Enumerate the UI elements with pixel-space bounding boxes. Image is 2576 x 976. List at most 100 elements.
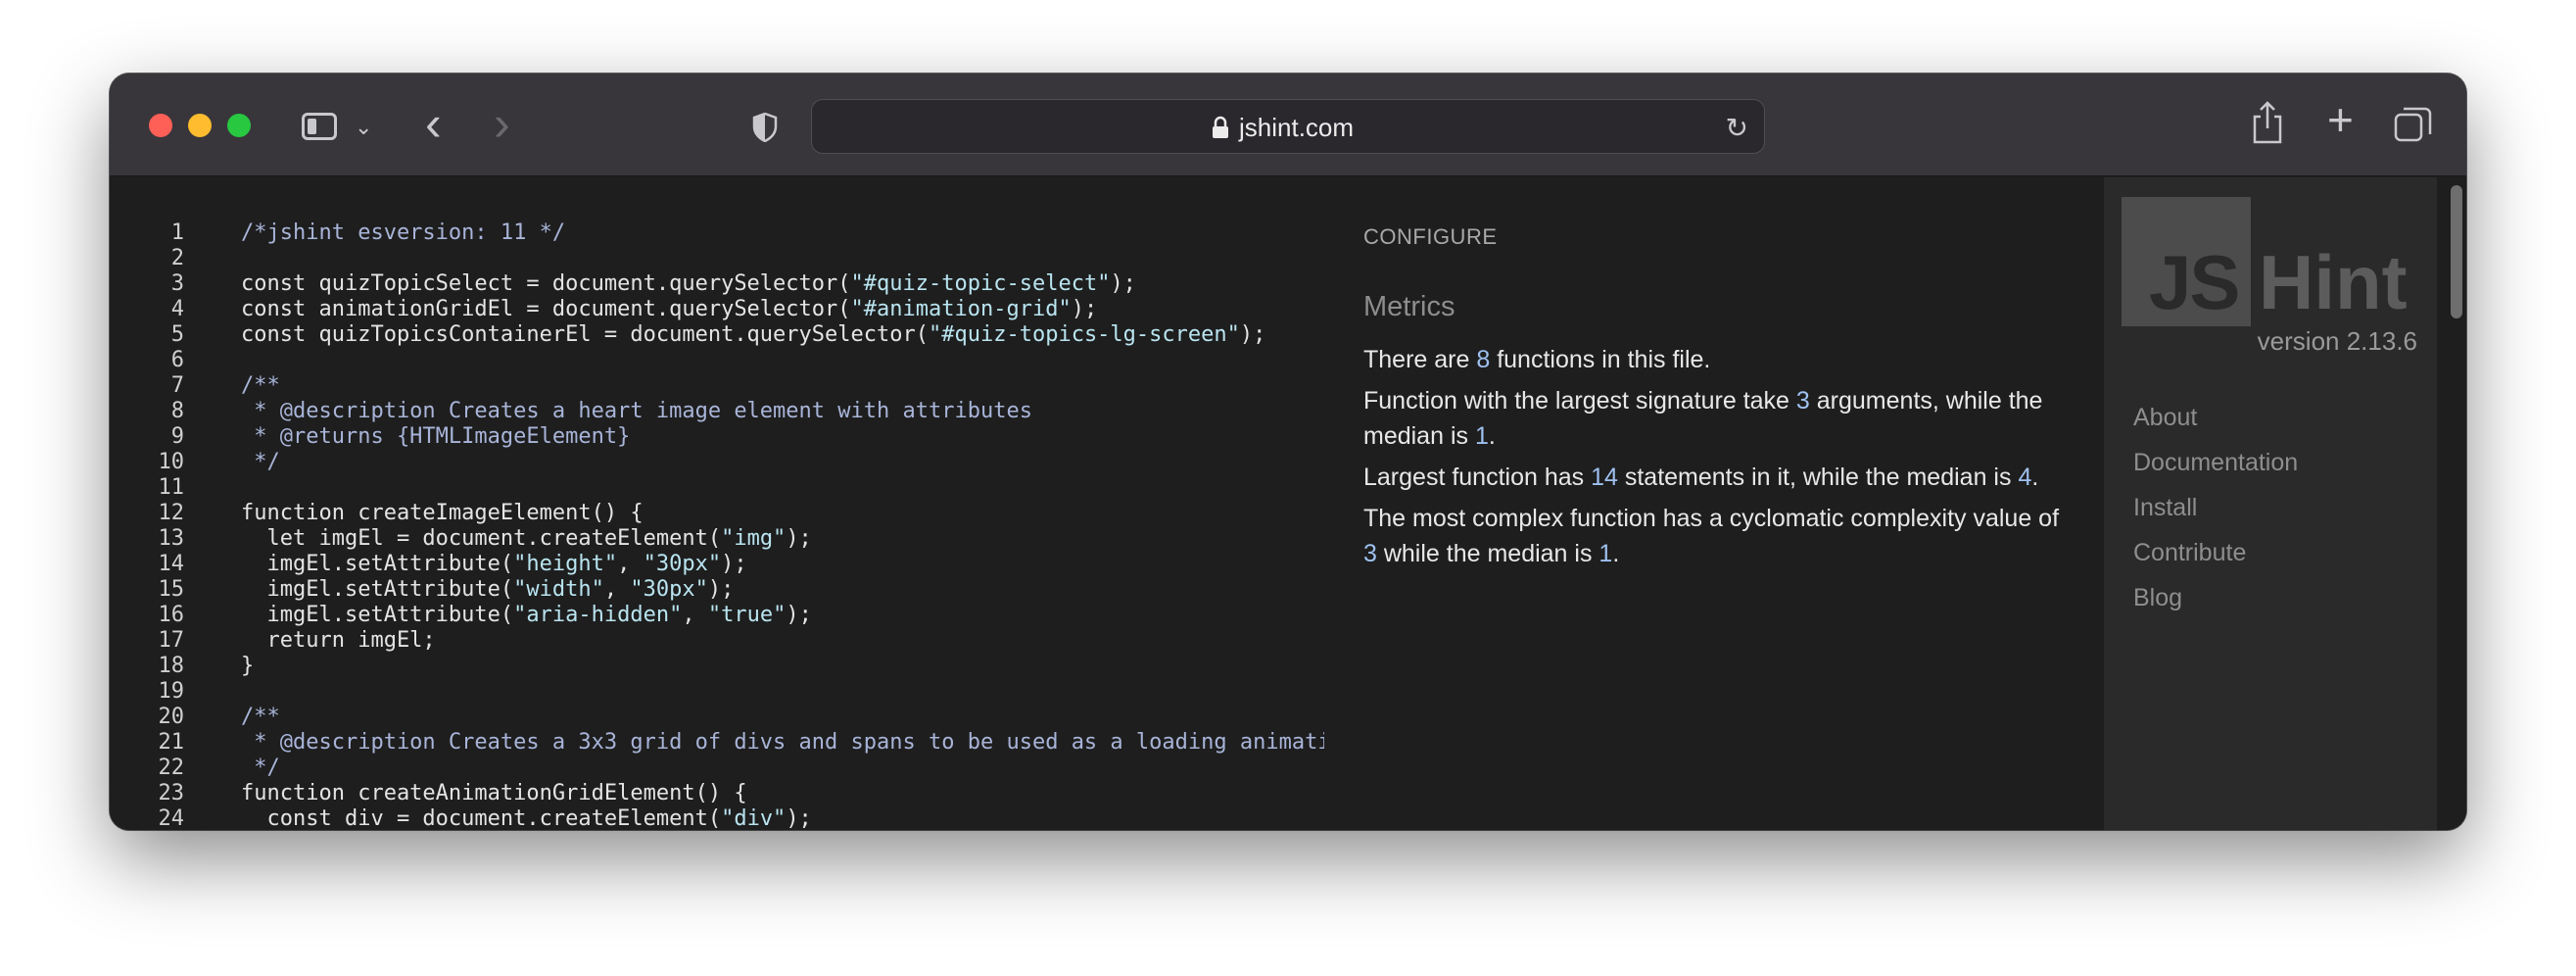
code-text: return imgEl;: [241, 628, 436, 653]
forward-arrow-icon[interactable]: ›: [494, 99, 510, 148]
code-token: let imgEl = document.createElement(: [241, 526, 722, 551]
line-number: 7: [170, 373, 184, 398]
address-bar[interactable]: jshint.com ↻: [811, 99, 1765, 154]
line-number: 24: [158, 806, 185, 830]
nav-about[interactable]: About: [2133, 395, 2298, 440]
string-literal: "div": [721, 806, 787, 830]
code-line[interactable]: 10 */: [110, 450, 1324, 475]
plus-icon[interactable]: +: [2327, 97, 2354, 142]
code-token: );: [786, 603, 812, 627]
jshint-logo[interactable]: JS Hint: [2122, 197, 2415, 326]
metrics-report: There are 8 functions in this file. Func…: [1363, 342, 2069, 577]
minimize-window-button[interactable]: [188, 114, 212, 137]
shield-icon[interactable]: [752, 113, 778, 142]
back-arrow-icon[interactable]: ‹: [425, 99, 442, 148]
nav-documentation[interactable]: Documentation: [2133, 440, 2298, 485]
code-text: imgEl.setAttribute("aria-hidden", "true"…: [241, 603, 812, 628]
code-text: */: [241, 450, 280, 474]
code-line[interactable]: 21 * @description Creates a 3x3 grid of …: [110, 730, 1325, 756]
code-line[interactable]: 17 return imgEl;: [110, 628, 1324, 654]
code-line[interactable]: 8 * @description Creates a heart image e…: [110, 399, 1324, 424]
metric-statements: Largest function has 14 statements in it…: [1363, 464, 2039, 491]
code-line[interactable]: 2: [110, 246, 1324, 271]
code-line[interactable]: 9 * @returns {HTMLImageElement}: [110, 424, 1324, 450]
line-number: 9: [170, 424, 184, 449]
line-number: 23: [158, 781, 185, 805]
code-text: const animationGridEl = document.querySe…: [241, 297, 1097, 322]
scrollbar[interactable]: [2443, 177, 2466, 830]
code-line[interactable]: 1 /*jshint esversion: 11 */: [110, 220, 1324, 246]
browser-toolbar: ⌄ ‹ › jshint.com ↻ +: [110, 73, 2466, 176]
line-number: 22: [158, 756, 185, 780]
nav-contribute[interactable]: Contribute: [2133, 530, 2298, 575]
code-text: * @description Creates a heart image ele…: [241, 399, 1032, 423]
code-text: const div = document.createElement("div"…: [241, 806, 812, 830]
code-line[interactable]: 5 const quizTopicsContainerEl = document.…: [110, 322, 1324, 348]
code-line[interactable]: 19: [110, 679, 1324, 705]
code-editor[interactable]: 1 /*jshint esversion: 11 */ 2 3 const quizTo…: [110, 220, 1325, 830]
chevron-down-icon[interactable]: ⌄: [355, 115, 372, 140]
code-text: * @returns {HTMLImageElement}: [241, 424, 631, 449]
code-text: /**: [241, 705, 280, 729]
line-number: 6: [170, 348, 184, 372]
line-number: 8: [170, 399, 184, 423]
tabs-icon[interactable]: [2394, 105, 2433, 144]
metric-signature: Function with the largest signature take…: [1363, 387, 2043, 450]
line-number: 19: [158, 679, 185, 704]
code-line[interactable]: 14 imgEl.setAttribute("height", "30px");: [110, 552, 1324, 577]
line-number: 20: [158, 705, 185, 729]
code-line[interactable]: 16 imgEl.setAttribute("aria-hidden", "tr…: [110, 603, 1324, 628]
code-line[interactable]: 15 imgEl.setAttribute("width", "30px");: [110, 577, 1324, 603]
zoom-window-button[interactable]: [227, 114, 251, 137]
configure-link[interactable]: CONFIGURE: [1363, 224, 1498, 250]
line-number: 21: [158, 730, 185, 755]
code-line[interactable]: 22 */: [110, 756, 1324, 781]
code-line[interactable]: 23 function createAnimationGridElement() …: [110, 781, 1324, 806]
code-line[interactable]: 12 function createImageElement() {: [110, 501, 1324, 526]
metric-functions: There are 8 functions in this file.: [1363, 346, 1711, 373]
code-line[interactable]: 11: [110, 475, 1324, 501]
code-line[interactable]: 7 /**: [110, 373, 1324, 399]
code-line[interactable]: 20 /**: [110, 705, 1324, 730]
scrollbar-thumb[interactable]: [2451, 185, 2462, 318]
code-token: const animationGridEl = document.querySe…: [241, 297, 851, 321]
code-token: const div = document.createElement(: [241, 806, 722, 830]
nav-install[interactable]: Install: [2133, 485, 2298, 530]
code-token: ,: [682, 603, 708, 627]
code-line[interactable]: 4 const animationGridEl = document.queryS…: [110, 297, 1324, 322]
code-token: );: [707, 577, 735, 602]
line-number: 15: [158, 577, 185, 602]
version-label: version 2.13.6: [2257, 326, 2417, 356]
line-number: 16: [158, 603, 185, 627]
reload-icon[interactable]: ↻: [1726, 112, 1748, 144]
code-line[interactable]: 24 const div = document.createElement("d…: [110, 806, 1324, 830]
string-literal: "30px": [630, 577, 708, 602]
share-icon[interactable]: [2251, 101, 2284, 144]
nav-blog[interactable]: Blog: [2133, 575, 2298, 620]
code-token: );: [786, 806, 812, 830]
line-number: 4: [170, 297, 184, 321]
code-line[interactable]: 3 const quizTopicSelect = document.queryS…: [110, 271, 1324, 297]
line-number: 2: [170, 246, 184, 270]
string-literal: "30px": [643, 552, 722, 576]
code-line[interactable]: 6: [110, 348, 1324, 373]
string-literal: "#quiz-topic-select": [850, 271, 1111, 296]
sidebar-icon[interactable]: [302, 113, 337, 140]
code-line[interactable]: 18}: [110, 654, 1324, 679]
jshint-sidebar: JS Hint version 2.13.6 About Documentati…: [2104, 177, 2437, 830]
code-line[interactable]: 13 let imgEl = document.createElement("i…: [110, 526, 1324, 552]
code-token: ,: [617, 552, 644, 576]
code-token: const quizTopicsContainerEl = document.q…: [241, 322, 929, 347]
browser-window: ⌄ ‹ › jshint.com ↻ + 1 /*jshint esversion…: [110, 73, 2466, 830]
close-window-button[interactable]: [149, 114, 172, 137]
code-token: );: [1239, 322, 1266, 347]
line-number: 14: [158, 552, 185, 576]
code-token: const quizTopicSelect = document.querySe…: [241, 271, 851, 296]
line-number: 3: [170, 271, 184, 296]
code-token: );: [1071, 297, 1098, 321]
sidebar-nav: About Documentation Install Contribute B…: [2133, 395, 2298, 620]
code-token: ,: [603, 577, 631, 602]
line-number: 10: [158, 450, 185, 474]
code-token: imgEl.setAttribute(: [241, 603, 514, 627]
code-token: );: [786, 526, 812, 551]
